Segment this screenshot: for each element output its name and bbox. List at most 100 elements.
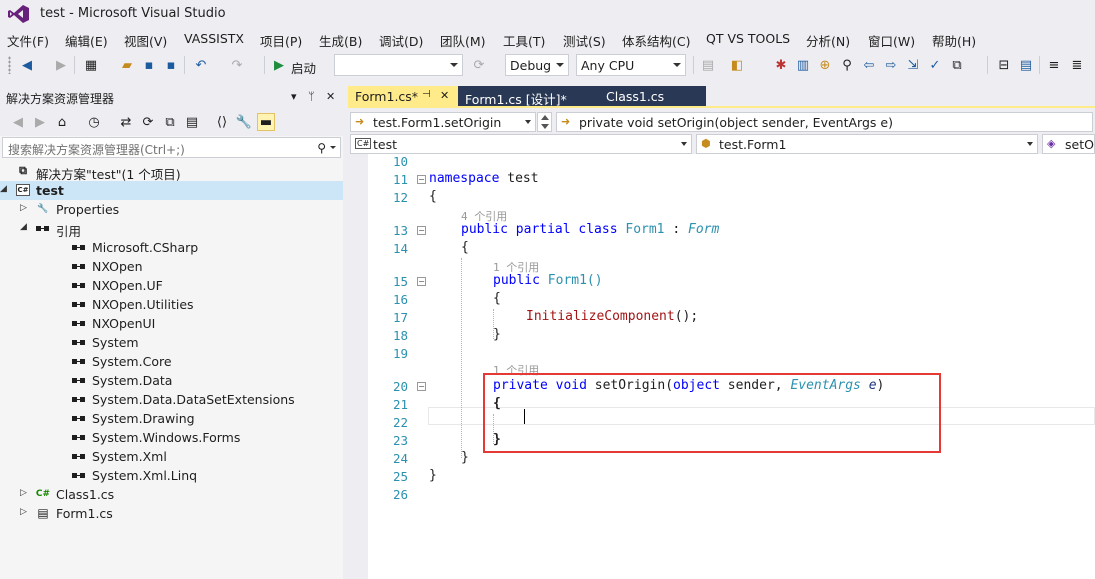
solution-explorer-search[interactable]: 搜索解决方案资源管理器(Ctrl+;) ⚲ (2, 137, 341, 158)
goto-related-icon[interactable]: ⇨ (882, 56, 900, 74)
solution-config-combo[interactable]: Debug (505, 54, 569, 76)
tab-form1-designer[interactable]: Form1.cs [设计]* (458, 86, 602, 107)
list-icon[interactable]: ▥ (794, 56, 812, 74)
auto-hide-pin-icon[interactable]: ᛘ (308, 90, 315, 103)
back-icon[interactable]: ◀ (9, 113, 27, 131)
nx-icon[interactable]: ✱ (772, 56, 790, 74)
redo-icon[interactable]: ↷ (228, 56, 246, 74)
view-code-icon[interactable]: ⟨⟩ (213, 113, 231, 131)
find-in-files-icon[interactable]: ▤ (699, 56, 717, 74)
open-file-icon[interactable]: ▰ (118, 56, 136, 74)
tree-item[interactable]: System.Xml (0, 447, 343, 466)
menu-architecture[interactable]: 体系结构(C) (622, 31, 690, 50)
undo-icon[interactable]: ↶ (192, 56, 210, 74)
bookmark-icon[interactable]: ⊟ (995, 56, 1013, 74)
back-icon[interactable]: ◀ (18, 56, 36, 74)
find-symbol-icon[interactable]: ⊕ (816, 56, 834, 74)
collapse-icon[interactable]: ◢ (20, 222, 27, 232)
tree-item[interactable]: System.Windows.Forms (0, 428, 343, 447)
save-all-icon[interactable]: ▪ (162, 56, 180, 74)
menu-project[interactable]: 项目(P) (260, 31, 302, 50)
tree-item[interactable]: System.Drawing (0, 409, 343, 428)
close-icon[interactable]: ✕ (326, 90, 335, 103)
open-file-solution-icon[interactable]: ⇲ (904, 56, 922, 74)
close-tab-icon[interactable]: ✕ (440, 89, 449, 102)
refresh-icon[interactable]: ⟳ (139, 113, 157, 131)
collapse-icon[interactable]: ◢ (0, 184, 7, 194)
tree-item[interactable]: System.Xml.Linq (0, 466, 343, 485)
pin-icon[interactable]: ⊣ (422, 89, 431, 100)
menu-edit[interactable]: 编辑(E) (65, 31, 108, 50)
tab-form1-cs[interactable]: Form1.cs* ⊣ ✕ (348, 86, 458, 106)
expand-icon[interactable]: ▷ (20, 488, 27, 498)
tree-item[interactable]: System.Data (0, 371, 343, 390)
pending-changes-filter-icon[interactable]: ◷ (85, 113, 103, 131)
tree-item[interactable]: ⧉ 解决方案"test"(1 个项目) (0, 162, 343, 182)
window-position-icon[interactable]: ▾ (291, 90, 297, 103)
tree-item[interactable]: Microsoft.CSharp (0, 238, 343, 257)
menu-team[interactable]: 团队(M) (440, 31, 486, 50)
menu-test[interactable]: 测试(S) (563, 31, 606, 50)
tree-item[interactable]: System (0, 333, 343, 352)
member-signature-combo[interactable]: ➜ private void setOrigin(object sender, … (556, 112, 1093, 132)
tree-item[interactable]: ▷ ▤ Form1.cs (0, 504, 343, 523)
collapse-class-icon[interactable]: − (417, 226, 426, 235)
tree-item[interactable]: ◢ 引用 (0, 219, 343, 239)
menu-analyze[interactable]: 分析(N) (806, 31, 850, 50)
preview-selected-items-icon[interactable]: ▬ (257, 113, 275, 131)
save-icon[interactable]: ▪ (140, 56, 158, 74)
show-all-files-icon[interactable]: ▤ (183, 113, 201, 131)
new-project-icon[interactable]: ▦ (82, 56, 100, 74)
code-editor[interactable]: 10 11 12 13 14 15 16 17 18 19 20 21 22 2… (348, 154, 1095, 579)
forward-icon[interactable]: ▶ (52, 56, 70, 74)
expand-icon[interactable]: ▷ (20, 203, 27, 213)
sync-icon[interactable]: ⇄ (117, 113, 135, 131)
tree-item[interactable]: NXOpen.UF (0, 276, 343, 295)
tree-item[interactable]: System.Core (0, 352, 343, 371)
search-options-icon[interactable] (330, 146, 336, 149)
menu-vassistx[interactable]: VASSISTX (184, 31, 244, 46)
tree-item[interactable]: System.Data.DataSetExtensions (0, 390, 343, 409)
search-icon[interactable]: ⚲ (317, 141, 326, 155)
comment-icon[interactable]: ◧ (728, 56, 746, 74)
menu-window[interactable]: 窗口(W) (868, 31, 915, 50)
tree-item[interactable]: NXOpen.Utilities (0, 295, 343, 314)
tree-item[interactable]: NXOpenUI (0, 314, 343, 333)
start-button[interactable]: 启动 (291, 58, 316, 77)
menu-qt-vs-tools[interactable]: QT VS TOOLS (706, 31, 790, 46)
home-icon[interactable]: ⌂ (53, 113, 71, 131)
forward-icon[interactable]: ▶ (31, 113, 49, 131)
goto-icon[interactable]: ⇦ (860, 56, 878, 74)
tree-item[interactable]: NXOpen (0, 257, 343, 276)
start-icon[interactable]: ▶ (270, 56, 288, 74)
search-icon[interactable]: ⚲ (838, 56, 856, 74)
member-spin-button[interactable] (537, 112, 552, 132)
tree-item[interactable]: ◢ C# test (0, 181, 343, 200)
properties-icon[interactable]: 🔧 (235, 113, 253, 131)
snippet-icon[interactable]: ⧉ (948, 56, 966, 74)
member-combo[interactable]: ◈ setOrigin (1042, 134, 1095, 154)
toolbar-grip[interactable] (8, 56, 11, 74)
project-combo[interactable]: C# test (350, 134, 692, 154)
attach-target-combo[interactable] (334, 54, 463, 76)
tree-item[interactable]: ▷ 🔧 Properties (0, 200, 343, 219)
collapse-constructor-icon[interactable]: − (417, 277, 426, 286)
tree-item[interactable]: ▷ C# Class1.cs (0, 485, 343, 504)
class-combo[interactable]: ⬢ test.Form1 (696, 134, 1038, 154)
spell-check-icon[interactable]: ✓ (926, 56, 944, 74)
align-left-icon[interactable]: ≡ (1045, 56, 1063, 74)
menu-help[interactable]: 帮助(H) (932, 31, 976, 50)
menu-debug[interactable]: 调试(D) (379, 31, 423, 50)
collapse-all-icon[interactable]: ⧉ (161, 113, 179, 131)
document-outline-icon[interactable]: ▤ (1017, 56, 1035, 74)
align-right-icon[interactable]: ≣ (1068, 56, 1086, 74)
member-list-combo[interactable]: ➜ test.Form1.setOrigin (350, 112, 536, 132)
refresh-icon[interactable]: ⟳ (470, 56, 488, 74)
collapse-namespace-icon[interactable]: − (417, 175, 426, 184)
menu-file[interactable]: 文件(F) (7, 31, 49, 50)
menu-tools[interactable]: 工具(T) (503, 31, 545, 50)
menu-build[interactable]: 生成(B) (319, 31, 362, 50)
collapse-method-icon[interactable]: − (417, 382, 426, 391)
expand-icon[interactable]: ▷ (20, 507, 27, 517)
menu-view[interactable]: 视图(V) (124, 31, 167, 50)
